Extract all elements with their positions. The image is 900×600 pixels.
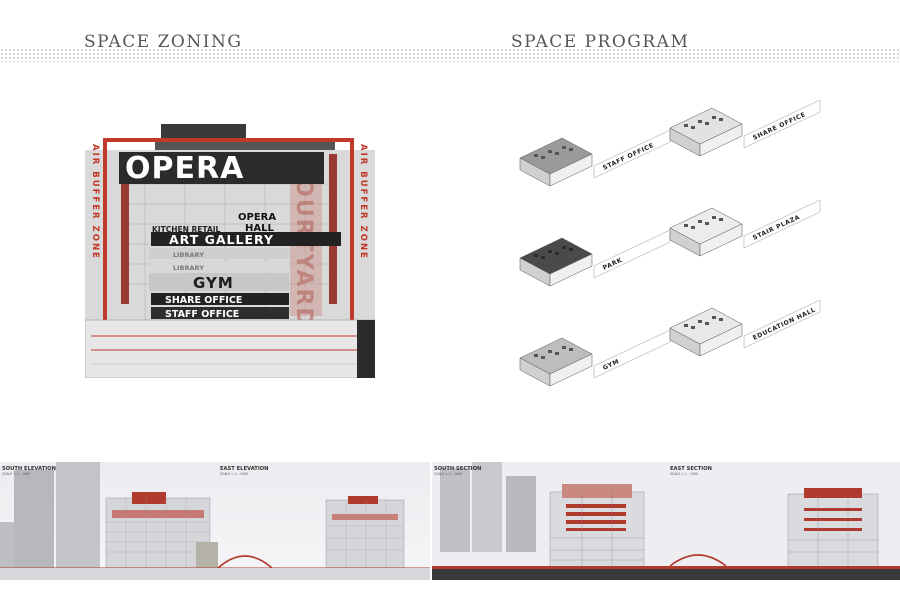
space-program-diagram: STAFF OFFICE SHARE OFFICE PARK STAIR PLAZA G… (500, 99, 830, 430)
module-label-staff-office: STAFF OFFICE (602, 142, 655, 172)
opera-label: OPERA (125, 151, 244, 186)
east-section-scale: SCALE = 1 : 1000 (670, 472, 698, 476)
module-furniture (569, 148, 573, 151)
module-furniture (712, 216, 716, 219)
elevation-roof-1 (132, 492, 166, 504)
gym-label: GYM (193, 274, 234, 292)
tower-3 (0, 522, 14, 570)
tower-2 (56, 462, 100, 570)
library-band-2 (149, 261, 289, 272)
module-furniture (712, 116, 716, 119)
module-furniture (691, 326, 695, 329)
module-furniture (534, 154, 538, 157)
module-label-stair-plaza: STAIR PLAZA (752, 214, 802, 242)
module-furniture (541, 256, 545, 259)
section-panel: SOUTH SECTION SCALE = 1 : 1000 EAST SECT… (432, 462, 900, 580)
roof-band (155, 142, 335, 150)
elevation-building-1 (105, 497, 211, 569)
module-furniture (562, 346, 566, 349)
elevation-building-2 (325, 499, 405, 569)
section-ground-line (432, 566, 900, 569)
section-tower-1 (440, 468, 470, 552)
staff-office-label: STAFF OFFICE (165, 309, 239, 320)
space-zoning-diagram: COURTYARD OPERA OPERA HALL KITCHEN RETAI… (85, 124, 375, 378)
module-furniture (684, 324, 688, 327)
module-furniture (548, 250, 552, 253)
module-furniture (534, 354, 538, 357)
top-red-frame (103, 138, 354, 142)
elevation-panel: SOUTH ELEVATION SCALE = 1 : 1000 EAST EL… (0, 462, 430, 580)
library-label-1: LIBRARY (173, 251, 204, 259)
elevation-band-1 (112, 510, 204, 518)
module-furniture (698, 120, 702, 123)
module-furniture (705, 222, 709, 225)
svg-text:AIR BUFFER ZONE: AIR BUFFER ZONE (358, 144, 368, 260)
module-staff-office: STAFF OFFICE (519, 129, 671, 187)
module-furniture (555, 152, 559, 155)
module-furniture (691, 126, 695, 129)
module-furniture (548, 150, 552, 153)
module-gym: GYM (519, 329, 671, 387)
air-buffer-left: AIR BUFFER ZONE (90, 144, 100, 260)
module-furniture (712, 316, 716, 319)
module-label-share-office: SHARE OFFICE (752, 111, 807, 142)
section-tower-2 (472, 462, 502, 552)
module-education-hall: EDUCATION HALL (669, 299, 821, 357)
module-park: PARK (519, 229, 671, 287)
module-furniture (541, 156, 545, 159)
module-furniture (541, 356, 545, 359)
module-furniture (698, 220, 702, 223)
section-building-2 (787, 493, 879, 571)
module-furniture (719, 218, 723, 221)
module-furniture (719, 318, 723, 321)
module-furniture (562, 246, 566, 249)
elevation-section-drawings: SOUTH ELEVATION SCALE = 1 : 1000 EAST EL… (0, 462, 900, 580)
south-section-scale: SCALE = 1 : 1000 (434, 472, 462, 476)
elevation-ground (0, 568, 430, 580)
module-furniture (555, 252, 559, 255)
module-furniture (562, 146, 566, 149)
right-inner-column (329, 154, 337, 304)
module-share-office: SHARE OFFICE (669, 99, 821, 157)
podium-right-block (357, 320, 375, 378)
module-label-education-hall: EDUCATION HALL (752, 306, 817, 341)
dotted-divider (0, 48, 900, 62)
south-elevation-scale: SCALE = 1 : 1000 (2, 472, 30, 476)
section-roof-1 (562, 484, 632, 498)
opera-hall-label-1: OPERA (238, 212, 276, 223)
elevation-annex (196, 542, 218, 568)
share-office-label: SHARE OFFICE (165, 295, 242, 306)
module-furniture (705, 322, 709, 325)
module-furniture (705, 122, 709, 125)
module-furniture (569, 348, 573, 351)
module-furniture (691, 226, 695, 229)
library-band-1 (149, 248, 289, 259)
section-tower-3 (506, 476, 536, 552)
air-buffer-right: AIR BUFFER ZONE (358, 144, 368, 260)
module-stair-plaza: STAIR PLAZA (669, 199, 821, 257)
module-furniture (569, 248, 573, 251)
art-gallery-label: ART GALLERY (169, 232, 274, 247)
library-label-2: LIBRARY (173, 264, 204, 272)
podium-base (85, 319, 375, 378)
east-elevation-scale: SCALE = 1 : 1000 (220, 472, 248, 476)
module-furniture (719, 118, 723, 121)
module-furniture (684, 224, 688, 227)
svg-text:AIR BUFFER ZONE: AIR BUFFER ZONE (90, 144, 100, 260)
module-furniture (698, 320, 702, 323)
section-roof-2 (804, 488, 862, 498)
module-furniture (534, 254, 538, 257)
tower-1 (14, 470, 54, 570)
left-red-frame (103, 138, 107, 320)
module-furniture (684, 124, 688, 127)
module-furniture (548, 350, 552, 353)
module-furniture (555, 352, 559, 355)
elevation-band-2 (332, 514, 398, 520)
elevation-roof-2 (348, 496, 378, 504)
right-red-frame (350, 138, 354, 320)
